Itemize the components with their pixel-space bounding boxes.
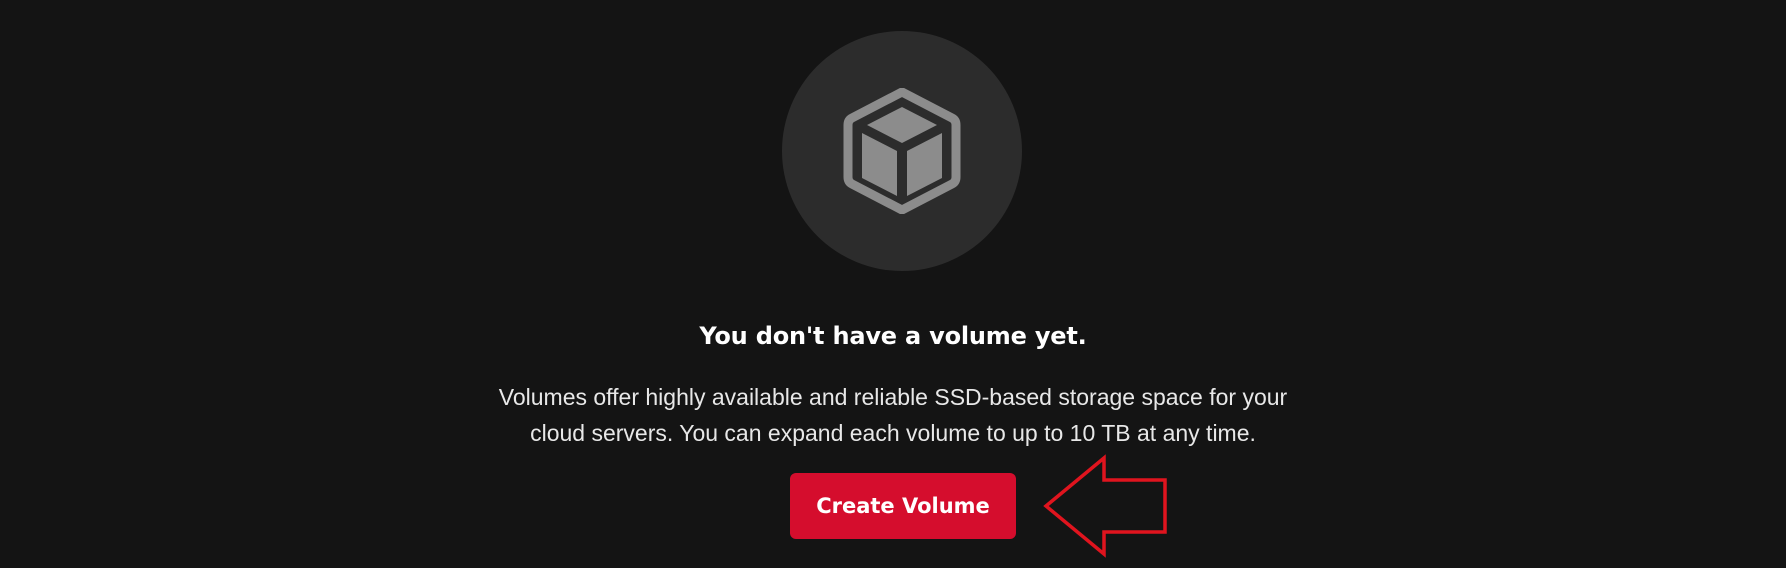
volumes-empty-state: You don't have a volume yet. Volumes off… xyxy=(0,0,1786,568)
empty-state-title: You don't have a volume yet. xyxy=(699,322,1087,350)
description-line-1: Volumes offer highly available and relia… xyxy=(498,384,1288,410)
create-volume-button[interactable]: Create Volume xyxy=(790,473,1016,539)
description-line-2: cloud servers. You can expand each volum… xyxy=(530,420,1256,446)
empty-state-description: Volumes offer highly available and relia… xyxy=(443,379,1343,451)
icon-circle xyxy=(782,31,1022,271)
cube-icon xyxy=(843,88,961,214)
left-arrow-outline-icon xyxy=(1043,454,1167,558)
